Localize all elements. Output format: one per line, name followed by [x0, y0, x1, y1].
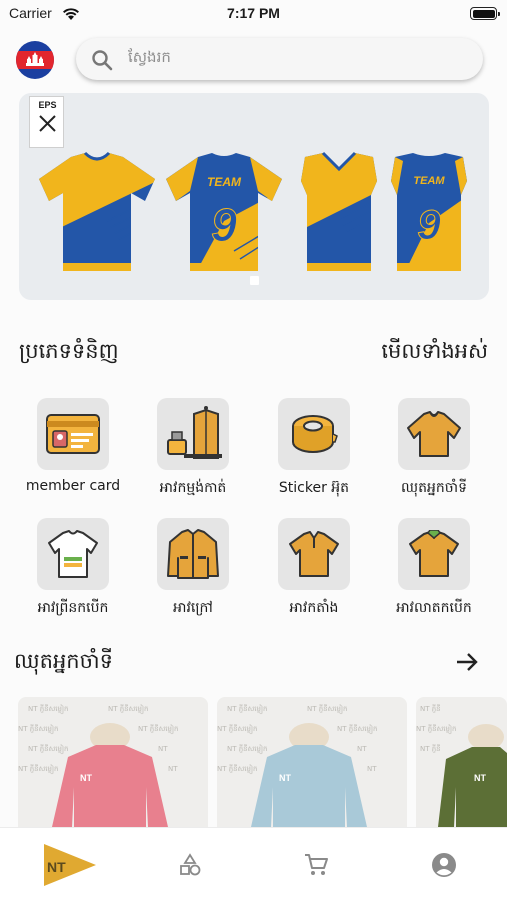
category-label: អាវលាតកបើក — [396, 600, 472, 616]
category-jacket[interactable]: អាវក្រៅ — [145, 518, 241, 619]
product-card[interactable]: NT ភ្ញីនី NT ភ្ញីនីសម្លៀក NT ភ្ញីនី NT — [416, 697, 507, 827]
svg-text:NT ភ្ញីនីសម្លៀក: NT ភ្ញីនីសម្លៀក — [416, 724, 456, 735]
promo-banner[interactable]: EPS TEAM 9 TEAM 9 — [19, 93, 489, 300]
home-logo-icon: NT — [44, 843, 96, 886]
tape-roll-icon — [278, 398, 350, 470]
svg-text:NT ភ្ញីនីសម្លៀក: NT ភ្ញីនីសម្លៀក — [217, 724, 257, 735]
category-label: អាវព្រីនកបើក — [37, 600, 109, 616]
carousel-indicator[interactable] — [250, 276, 259, 285]
search-bar[interactable]: ស្វែងរក — [76, 38, 483, 80]
app-screen: Carrier 7:17 PM ស្វែងរក EPS TEAM 9 TEAM … — [0, 0, 507, 900]
clock: 7:17 PM — [227, 5, 280, 21]
category-printed-shirt[interactable]: អាវព្រីនកបើក — [25, 518, 121, 619]
category-label: Sticker អ៊ុត — [278, 480, 350, 496]
view-all-link[interactable]: មើលទាំងអស់ — [381, 338, 488, 369]
account-icon — [432, 852, 456, 877]
categories-title: ប្រភេទទំនិញ — [19, 339, 119, 363]
category-member-card[interactable]: member card — [25, 398, 121, 494]
svg-text:NT: NT — [80, 773, 92, 783]
search-input[interactable]: ស្វែងរក — [128, 48, 171, 70]
id-card-icon — [37, 398, 109, 470]
category-label: member card — [25, 478, 121, 494]
product-image: NT ភ្ញីនីសម្លៀក NT ភ្ញីនីសម្លៀក NT ភ្ញីនីស… — [217, 704, 377, 827]
category-label: ឈុតអ្នកចាំទី — [401, 480, 467, 496]
product-image: NT ភ្ញីនីសម្លៀក NT ភ្ញីនីសម្លៀក NT ភ្ញីនីស… — [18, 704, 178, 827]
category-custom-tailor[interactable]: អាវកម្មង់កាត់ — [145, 398, 241, 499]
svg-text:TEAM: TEAM — [207, 175, 242, 189]
svg-text:NT ភ្ញីនីសម្លៀក: NT ភ្ញីនីសម្លៀក — [138, 724, 178, 735]
tab-account[interactable] — [394, 828, 494, 900]
status-bar: Carrier 7:17 PM — [0, 0, 507, 28]
svg-text:NT: NT — [158, 745, 168, 753]
svg-text:NT ភ្ញីនីសម្លៀក: NT ភ្ញីនីសម្លៀក — [337, 724, 377, 735]
product-card[interactable]: NT ភ្ញីនីសម្លៀក NT ភ្ញីនីសម្លៀក NT ភ្ញីនីស… — [217, 697, 407, 827]
jersey-front — [39, 151, 155, 271]
jersey-team-9: TEAM 9 — [166, 153, 282, 271]
cambodia-flag-icon[interactable] — [16, 41, 54, 79]
category-label: អាវក្រៅ — [173, 600, 213, 616]
printed-shirt-icon — [37, 518, 109, 590]
open-collar-shirt-icon — [398, 518, 470, 590]
polo-shirt-icon — [278, 518, 350, 590]
svg-text:NT ភ្ញីនីសម្លៀក: NT ភ្ញីនីសម្លៀក — [108, 704, 148, 715]
category-label: អាវកតាំង — [289, 600, 339, 616]
svg-text:TEAM: TEAM — [413, 175, 445, 187]
close-x-icon — [39, 115, 56, 132]
bottom-tab-bar: NT — [0, 827, 507, 900]
category-label: អាវកម្មង់កាត់ — [159, 480, 227, 496]
search-icon — [90, 48, 114, 76]
svg-text:NT: NT — [47, 859, 66, 875]
tab-home[interactable]: NT — [20, 828, 120, 900]
category-sticker[interactable]: Sticker អ៊ុត — [266, 398, 362, 499]
product-image: NT ភ្ញីនី NT ភ្ញីនីសម្លៀក NT ភ្ញីនី NT — [416, 704, 507, 827]
svg-text:NT: NT — [279, 773, 291, 783]
jersey-team-9: TEAM 9 — [391, 153, 467, 271]
category-polo[interactable]: អាវកតាំង — [266, 518, 362, 619]
category-goalkeeper[interactable]: ឈុតអ្នកចាំទី — [386, 398, 482, 499]
svg-text:NT ភ្ញីនី: NT ភ្ញីនី — [420, 704, 441, 713]
battery-icon — [470, 7, 500, 20]
product-card[interactable]: NT ភ្ញីនីសម្លៀក NT ភ្ញីនីសម្លៀក NT ភ្ញីនីស… — [18, 697, 208, 827]
jersey-vneck — [301, 151, 377, 271]
svg-text:NT ភ្ញីនីសម្លៀក: NT ភ្ញីនីសម្លៀក — [227, 704, 267, 715]
svg-text:NT: NT — [357, 745, 367, 753]
svg-text:NT ភ្ញីនីសម្លៀក: NT ភ្ញីនីសម្លៀក — [217, 764, 257, 775]
categories-shapes-icon — [180, 852, 201, 875]
tailor-icon — [157, 398, 229, 470]
tab-cart[interactable] — [266, 828, 366, 900]
svg-text:9: 9 — [211, 199, 237, 251]
arrow-right-icon[interactable] — [455, 652, 479, 672]
svg-text:NT: NT — [168, 765, 178, 773]
svg-text:NT ភ្ញីនីសម្លៀក: NT ភ្ញីនីសម្លៀក — [28, 704, 68, 715]
goalkeeper-shirt-icon — [398, 398, 470, 470]
svg-text:NT: NT — [474, 773, 486, 783]
svg-text:NT ភ្ញីនីសម្លៀក: NT ភ្ញីនីសម្លៀក — [28, 744, 68, 755]
cart-icon — [305, 853, 328, 875]
svg-text:NT ភ្ញីនី: NT ភ្ញីនី — [420, 744, 441, 753]
svg-text:NT ភ្ញីនីសម្លៀក: NT ភ្ញីនីសម្លៀក — [307, 704, 347, 715]
svg-text:NT ភ្ញីនីសម្លៀក: NT ភ្ញីនីសម្លៀក — [227, 744, 267, 755]
svg-text:NT ភ្ញីនីសម្លៀក: NT ភ្ញីនីសម្លៀក — [18, 764, 58, 775]
products-title: ឈុតអ្នកចាំទី — [14, 649, 113, 673]
tab-categories[interactable] — [140, 828, 240, 900]
svg-text:9: 9 — [417, 201, 441, 248]
svg-text:NT: NT — [367, 765, 377, 773]
svg-text:NT ភ្ញីនីសម្លៀក: NT ភ្ញីនីសម្លៀក — [18, 724, 58, 735]
category-open-collar[interactable]: អាវលាតកបើក — [386, 518, 482, 619]
jacket-icon — [157, 518, 229, 590]
eps-badge: EPS — [29, 96, 64, 148]
